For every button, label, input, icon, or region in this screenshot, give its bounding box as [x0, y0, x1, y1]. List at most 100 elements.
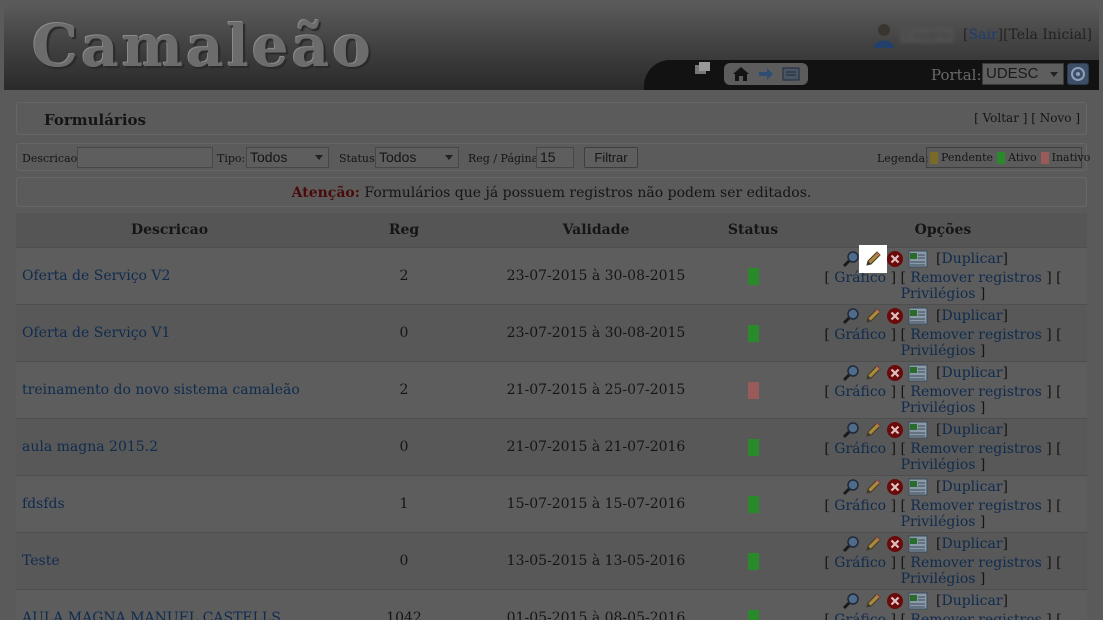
pencil-wrap	[864, 364, 882, 382]
option-links: [ Gráfico ] [ Remover registros ] [ Priv…	[824, 498, 1062, 530]
duplicate-link[interactable]: Duplicar	[941, 308, 1002, 324]
spreadsheet-icon[interactable]	[908, 307, 928, 325]
home-screen-link[interactable]: Tela Inicial	[1009, 27, 1087, 43]
pencil-icon[interactable]	[864, 535, 882, 553]
form-name-link[interactable]: Oferta de Serviço V2	[22, 268, 170, 284]
reg-per-page-input[interactable]: 15	[536, 147, 574, 168]
form-name-link[interactable]: Teste	[22, 553, 60, 569]
document-icon[interactable]	[782, 66, 800, 82]
duplicate-link[interactable]: Duplicar	[941, 422, 1002, 438]
magnifier-icon[interactable]	[842, 307, 860, 325]
remove-records-link[interactable]: Remover registros	[910, 555, 1041, 571]
duplicate-link[interactable]: Duplicar	[941, 251, 1002, 267]
option-links: [ Gráfico ] [ Remover registros ] [ Priv…	[824, 384, 1062, 416]
bracket-close: ] [	[1018, 111, 1040, 125]
form-name-link[interactable]: fdsfds	[22, 496, 65, 512]
home-icon[interactable]	[732, 66, 750, 82]
delete-icon[interactable]	[886, 307, 904, 325]
bracket-close: ]	[1071, 111, 1080, 125]
chart-link[interactable]: Gráfico	[834, 327, 886, 343]
bracket-close: ]	[1086, 27, 1092, 43]
remove-records-link[interactable]: Remover registros	[910, 384, 1041, 400]
duplicate-link[interactable]: Duplicar	[941, 479, 1002, 495]
option-icons: [Duplicar]	[764, 245, 1086, 273]
pencil-icon[interactable]	[864, 364, 882, 382]
delete-icon[interactable]	[886, 592, 904, 610]
reg-cell: 0	[323, 418, 485, 476]
magnifier-icon[interactable]	[842, 364, 860, 382]
privileges-link[interactable]: Privilégios	[901, 343, 976, 359]
user-name: Usuário	[901, 28, 954, 42]
chart-link[interactable]: Gráfico	[834, 612, 886, 620]
magnifier-icon[interactable]	[842, 478, 860, 496]
delete-icon[interactable]	[886, 478, 904, 496]
pencil-icon[interactable]	[864, 250, 882, 268]
refresh-icon[interactable]	[1067, 63, 1089, 85]
privileges-link[interactable]: Privilégios	[901, 400, 976, 416]
privileges-link[interactable]: Privilégios	[901, 571, 976, 587]
table-row: AULA MAGNA MANUEL CASTELLS 1042 01-05-20…	[16, 589, 1087, 620]
status-select[interactable]: Todos	[375, 147, 459, 168]
delete-icon[interactable]	[886, 250, 904, 268]
spreadsheet-icon[interactable]	[908, 421, 928, 439]
logout-link[interactable]: Sair	[969, 27, 998, 43]
duplicate-link[interactable]: Duplicar	[941, 593, 1002, 609]
spreadsheet-icon[interactable]	[908, 364, 928, 382]
magnifier-icon[interactable]	[842, 421, 860, 439]
magnifier-icon[interactable]	[842, 592, 860, 610]
privileges-link[interactable]: Privilégios	[901, 286, 976, 302]
duplicate-wrap: [Duplicar]	[936, 308, 1008, 324]
duplicate-link[interactable]: Duplicar	[941, 536, 1002, 552]
spreadsheet-icon[interactable]	[908, 592, 928, 610]
delete-icon[interactable]	[886, 421, 904, 439]
status-indicator	[747, 381, 759, 399]
remove-records-link[interactable]: Remover registros	[910, 612, 1041, 620]
form-name-link[interactable]: treinamento do novo sistema camaleão	[22, 382, 300, 398]
portal-select[interactable]: UDESC	[982, 63, 1064, 85]
new-link[interactable]: Novo	[1040, 111, 1072, 125]
validade-cell: 15-07-2015 à 15-07-2016	[485, 475, 707, 533]
duplicate-link[interactable]: Duplicar	[941, 365, 1002, 381]
delete-icon[interactable]	[886, 364, 904, 382]
chart-link[interactable]: Gráfico	[834, 555, 886, 571]
spreadsheet-icon[interactable]	[908, 478, 928, 496]
remove-records-link[interactable]: Remover registros	[910, 498, 1041, 514]
reg-cell: 2	[323, 247, 485, 305]
filter-button[interactable]: Filtrar	[584, 147, 638, 168]
descricao-cell: AULA MAGNA MANUEL CASTELLS	[16, 589, 323, 620]
form-name-link[interactable]: aula magna 2015.2	[22, 439, 158, 455]
windows-icon[interactable]	[695, 62, 711, 74]
options-cell: [Duplicar] [ Gráfico ] [ Remover registr…	[799, 304, 1087, 362]
forms-table: Descricao Reg Validade Status Opções Ofe…	[16, 213, 1087, 620]
chart-link[interactable]: Gráfico	[834, 441, 886, 457]
magnifier-icon[interactable]	[842, 535, 860, 553]
pencil-icon[interactable]	[864, 478, 882, 496]
privileges-link[interactable]: Privilégios	[901, 514, 976, 530]
spreadsheet-icon[interactable]	[908, 535, 928, 553]
table-row: fdsfds 1 15-07-2015 à 15-07-2016 [Duplic…	[16, 475, 1087, 533]
pencil-icon[interactable]	[864, 592, 882, 610]
arrow-right-icon[interactable]	[758, 67, 774, 81]
descricao-cell: fdsfds	[16, 475, 323, 533]
delete-icon[interactable]	[886, 535, 904, 553]
pencil-wrap	[864, 421, 882, 439]
legend-label: Legenda:	[877, 152, 929, 165]
pencil-icon[interactable]	[864, 307, 882, 325]
remove-records-link[interactable]: Remover registros	[910, 270, 1041, 286]
user-icon	[874, 24, 895, 48]
form-name-link[interactable]: Oferta de Serviço V1	[22, 325, 170, 341]
descricao-input[interactable]	[77, 147, 213, 168]
remove-records-link[interactable]: Remover registros	[910, 327, 1041, 343]
descricao-label: Descricao:	[22, 152, 81, 165]
chart-link[interactable]: Gráfico	[834, 384, 886, 400]
magnifier-icon[interactable]	[842, 250, 860, 268]
privileges-link[interactable]: Privilégios	[901, 457, 976, 473]
filter-bar: Descricao: Tipo: Todos Status: Todos Reg…	[16, 143, 1090, 171]
tipo-select[interactable]: Todos	[246, 147, 329, 168]
chart-link[interactable]: Gráfico	[834, 498, 886, 514]
form-name-link[interactable]: AULA MAGNA MANUEL CASTELLS	[22, 610, 281, 620]
remove-records-link[interactable]: Remover registros	[910, 441, 1041, 457]
pencil-icon[interactable]	[864, 421, 882, 439]
spreadsheet-icon[interactable]	[908, 250, 928, 268]
back-link[interactable]: Voltar	[983, 111, 1019, 125]
